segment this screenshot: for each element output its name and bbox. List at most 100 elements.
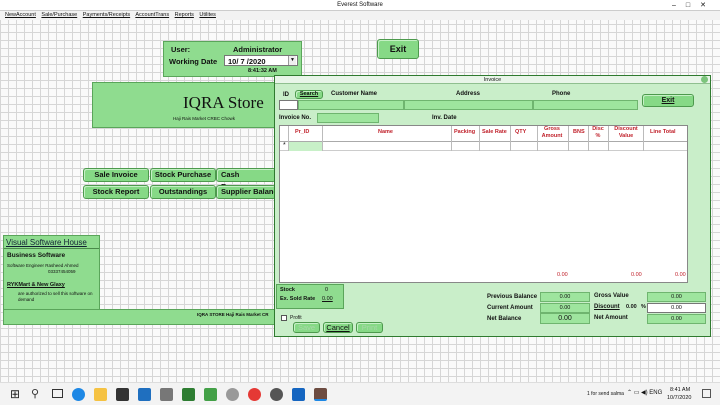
clock-date[interactable]: 10/7/2020: [667, 395, 691, 401]
new-row[interactable]: [280, 142, 687, 151]
footer-store-text: IQRA STORE Haji Rais Market CR: [197, 312, 269, 317]
supplier-balance-button[interactable]: Supplier Balance: [216, 185, 276, 199]
app-grey-icon[interactable]: [226, 388, 239, 401]
cancel-button[interactable]: Cancel: [323, 322, 353, 333]
profit-checkbox[interactable]: [281, 315, 287, 321]
clock-time[interactable]: 8:41 AM: [670, 387, 690, 393]
invoice-no-input[interactable]: [317, 113, 379, 123]
working-date-value: 10/ 7 /2020: [228, 57, 266, 66]
invoice-titlebar: Invoice: [275, 76, 710, 84]
gross-value-field: 0.00: [647, 292, 706, 302]
task-view-icon[interactable]: [52, 389, 63, 398]
agent-text: are authorized to sell this software on …: [18, 291, 93, 302]
menu-account-trans[interactable]: AccountTrans: [135, 12, 169, 18]
total-line: 0.00: [675, 272, 686, 278]
camera-icon[interactable]: [292, 388, 305, 401]
col-qty: QTY: [515, 129, 527, 135]
mail-icon[interactable]: [138, 388, 151, 401]
ex-sold-value: 0.00: [322, 296, 333, 302]
chevron-down-icon[interactable]: ▼: [288, 56, 296, 65]
discount-value: 0.00: [671, 305, 682, 311]
app-green-icon[interactable]: [182, 388, 195, 401]
search-button[interactable]: Search: [295, 90, 323, 99]
discount-value-field[interactable]: 0.00: [647, 303, 706, 313]
cash-recovery-button[interactable]: Cash Recovery: [216, 168, 276, 191]
stock-purchase-label: Stock Purchase: [154, 170, 212, 179]
address-input[interactable]: [404, 100, 533, 110]
phone-input[interactable]: [533, 100, 638, 110]
tray-icons[interactable]: ⌃ ▭ ◀) ENG: [627, 389, 662, 396]
invoice-window: Invoice ID Search Customer Name Address …: [274, 75, 711, 337]
col-discount-value: Discount Value: [614, 126, 638, 139]
stock-report-label: Stock Report: [92, 187, 140, 196]
previous-balance-value: 0.00: [559, 294, 571, 300]
user-label: User:: [171, 45, 191, 54]
store-banner: IQRA Store Haji Rais Market CRBC Chowk: [92, 82, 280, 128]
app-icon[interactable]: [160, 388, 173, 401]
invoice-exit-label: Exit: [661, 97, 675, 104]
menu-payments-receipts[interactable]: Payments/Receipts: [83, 12, 130, 18]
file-explorer-icon[interactable]: [94, 388, 107, 401]
window-titlebar: Everest Software –□✕: [0, 0, 720, 11]
gross-value-value: 0.00: [671, 294, 682, 300]
exit-button[interactable]: Exit: [377, 39, 419, 59]
vendor-subtitle: Business Software: [7, 252, 66, 259]
previous-balance-label: Previous Balance: [487, 294, 538, 300]
working-date-label: Working Date: [169, 57, 218, 66]
working-date-picker[interactable]: 10/ 7 /2020 ▼: [224, 55, 298, 66]
vendor-phone: 03337454059: [48, 269, 76, 274]
current-amount-label: Current Amount: [487, 305, 533, 311]
menu-reports[interactable]: Reports: [175, 12, 194, 18]
sale-invoice-button[interactable]: Sale Invoice: [83, 168, 149, 182]
user-panel: User: Administrator Working Date 10/ 7 /…: [163, 41, 302, 77]
col-line-total: Line Total: [650, 129, 676, 135]
current-time: 8:41:32 AM: [248, 68, 277, 74]
net-amount-label: Net Amount: [594, 315, 628, 321]
everest-app-icon[interactable]: [314, 388, 327, 401]
vendor-title[interactable]: Visual Software House: [6, 238, 87, 247]
phone-label: Phone: [552, 91, 571, 97]
print-button-label: Print: [361, 323, 378, 332]
total-gross: 0.00: [557, 272, 568, 278]
profit-label: Profit: [290, 315, 302, 321]
col-pr-id: Pr_ID: [295, 129, 310, 135]
net-balance-value: 0.00: [558, 315, 572, 322]
col-gross-amount: Gross Amount: [541, 126, 563, 139]
outstandings-label: Outstandings: [158, 187, 208, 196]
menu-bar: NewAccount Sale/Purchase Payments/Receip…: [0, 11, 720, 20]
notification-text[interactable]: 1 for send salma: [587, 391, 624, 397]
save-button-label: Save: [297, 323, 316, 332]
customer-name-label: Customer Name: [331, 91, 378, 97]
footer-strip: IQRA STORE Haji Rais Market CR: [3, 309, 278, 325]
outstandings-button[interactable]: Outstandings: [150, 185, 216, 199]
print-button[interactable]: Print: [356, 322, 383, 333]
menu-new-account[interactable]: NewAccount: [5, 12, 36, 18]
app-arrow-icon[interactable]: [204, 388, 217, 401]
stock-report-button[interactable]: Stock Report: [83, 185, 149, 199]
menu-sale-purchase[interactable]: Sale/Purchase: [41, 12, 77, 18]
cancel-button-label: Cancel: [326, 323, 350, 332]
net-balance-field: 0.00: [540, 313, 590, 324]
stock-purchase-button[interactable]: Stock Purchase: [150, 168, 216, 182]
close-icon[interactable]: [701, 76, 708, 83]
menu-utilities[interactable]: Utilites: [199, 12, 216, 18]
window-controls[interactable]: –□✕: [672, 0, 716, 11]
windows-start-icon[interactable]: ⊞: [10, 388, 20, 400]
settings-gear-icon[interactable]: [270, 388, 283, 401]
store-icon[interactable]: [116, 388, 129, 401]
net-balance-label: Net Balance: [487, 316, 522, 322]
sale-invoice-label: Sale Invoice: [94, 170, 138, 179]
chrome-icon[interactable]: [248, 388, 261, 401]
net-amount-value: 0.00: [671, 316, 682, 322]
save-button[interactable]: Save: [293, 322, 320, 333]
id-input[interactable]: [279, 100, 298, 110]
invoice-exit-button[interactable]: Exit: [642, 94, 694, 107]
pr-id-cell[interactable]: [288, 142, 322, 151]
edge-icon[interactable]: [72, 388, 85, 401]
notification-center-icon[interactable]: [702, 389, 711, 398]
discount-pct-value[interactable]: 0.00: [626, 304, 637, 310]
search-icon[interactable]: ⚲: [31, 387, 39, 400]
ex-sold-label: Ex. Sold Rate: [280, 296, 316, 302]
net-amount-field: 0.00: [647, 314, 706, 324]
customer-name-input[interactable]: [298, 100, 404, 110]
